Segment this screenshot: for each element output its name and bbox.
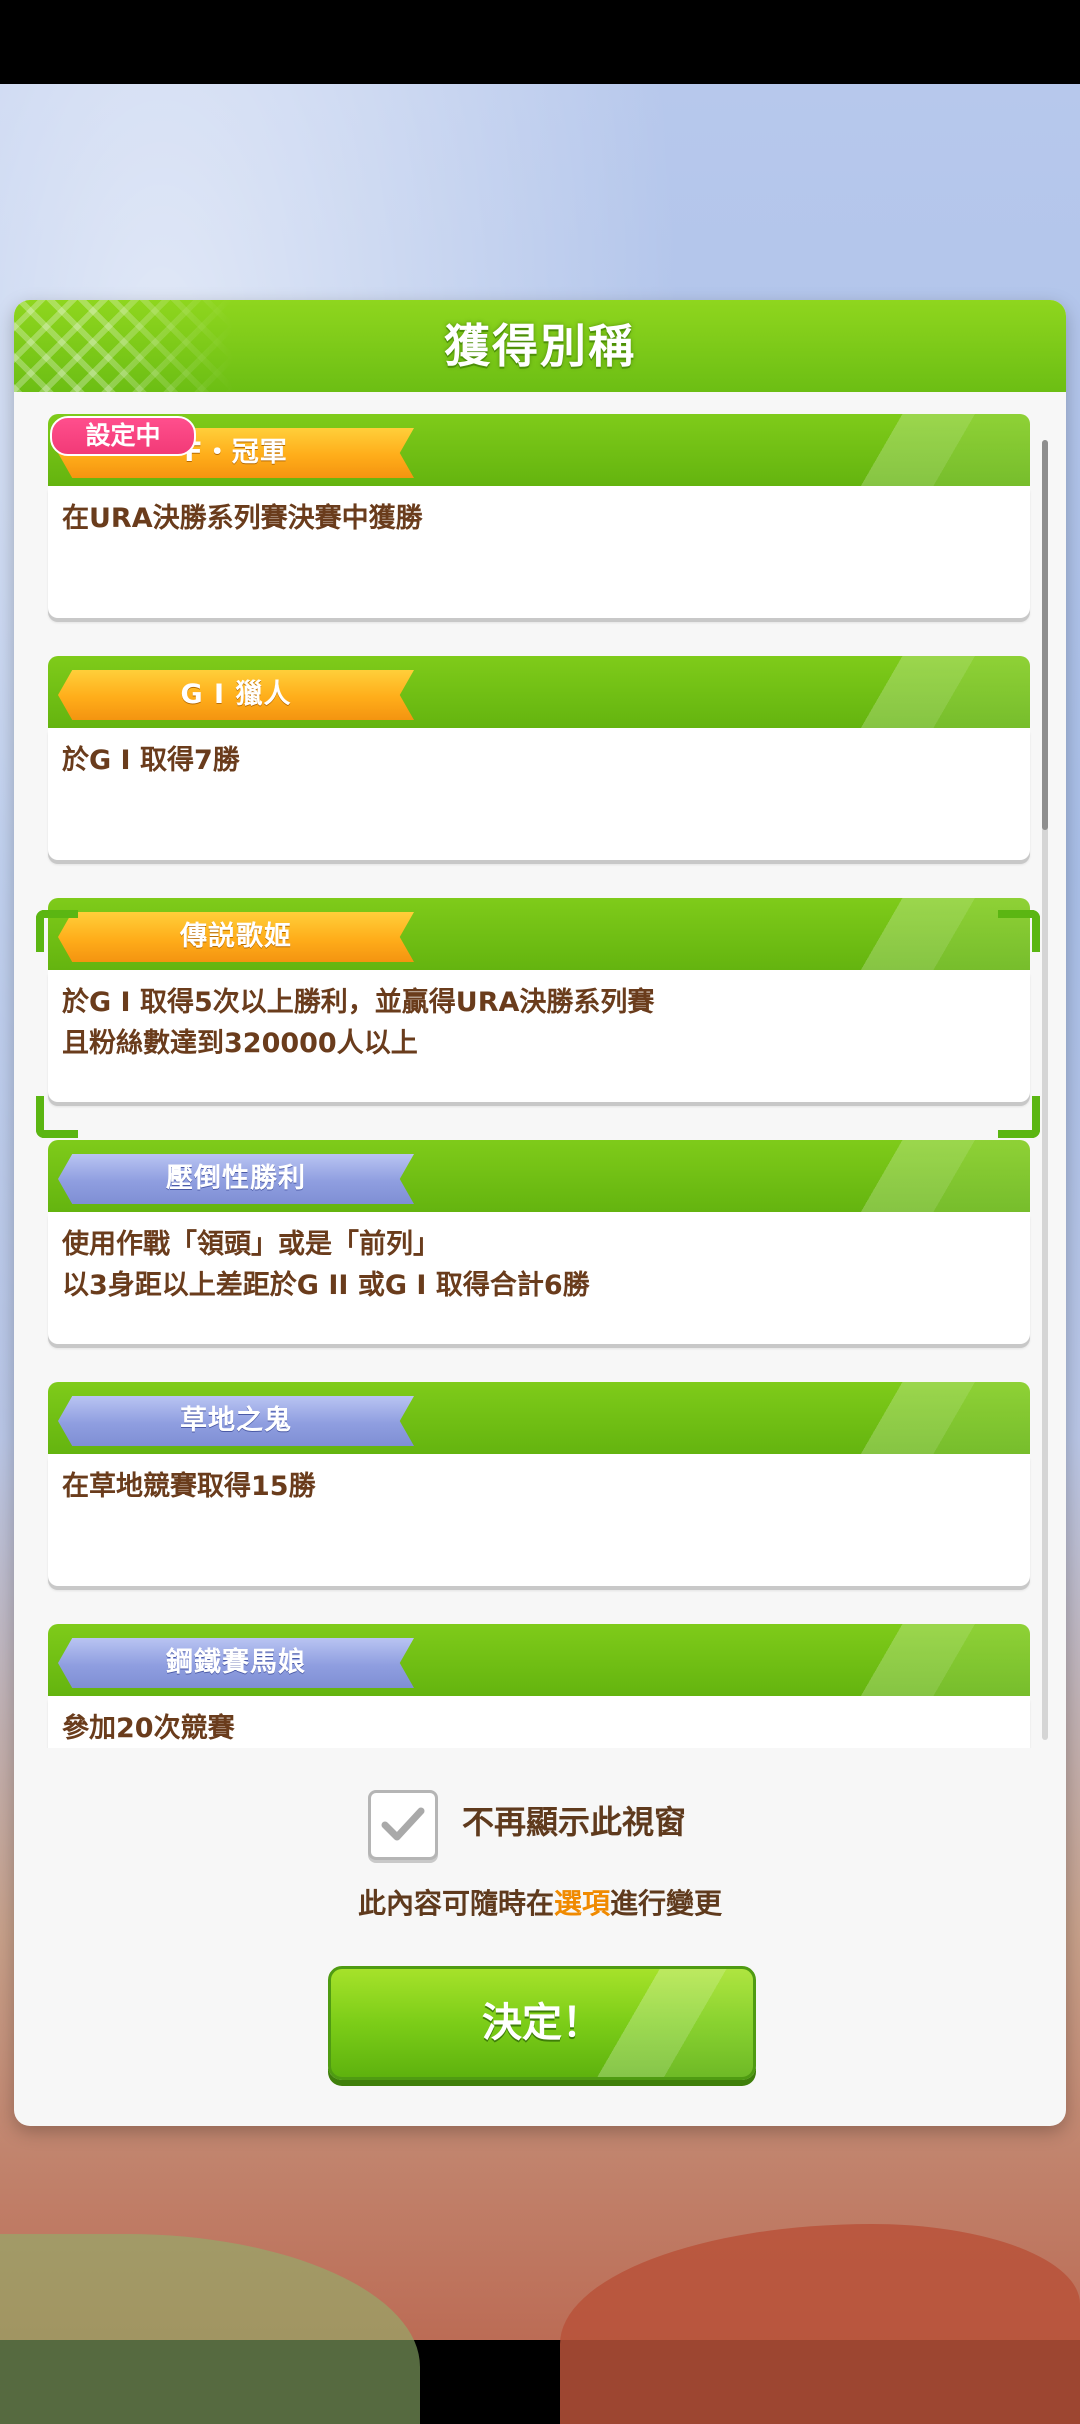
status-bar bbox=[0, 0, 1080, 84]
title-description: 使用作戰「領頭」或是「前列」 以3身距以上差距於G II 或G I 取得合計6勝 bbox=[62, 1229, 590, 1301]
title-card-iron-uma[interactable]: 鋼鐵賽馬娘 參加20次競賽 bbox=[48, 1624, 1030, 1748]
titles-dialog: 獲得別稱 F・冠軍 在URA決勝系列賽決賽中獲勝 G I 獵人 於G I 取得7… bbox=[14, 300, 1066, 2126]
title-card-header: G I 獵人 bbox=[48, 656, 1030, 728]
background-grass bbox=[0, 2234, 420, 2424]
options-link[interactable]: 選項 bbox=[554, 1887, 610, 1920]
title-ribbon: G I 獵人 bbox=[58, 670, 414, 720]
title-ribbon: 鋼鐵賽馬娘 bbox=[58, 1638, 414, 1688]
dont-show-checkbox[interactable] bbox=[368, 1790, 438, 1860]
title-card-header: 傳説歌姬 bbox=[48, 898, 1030, 970]
title-card-body: 在草地競賽取得15勝 bbox=[48, 1454, 1030, 1586]
selection-corner-icon bbox=[36, 910, 78, 952]
background-character bbox=[560, 2224, 1080, 2424]
titles-list[interactable]: F・冠軍 在URA決勝系列賽決賽中獲勝 G I 獵人 於G I 取得7勝 傳説歌… bbox=[14, 392, 1066, 1748]
selection-corner-icon bbox=[998, 910, 1040, 952]
title-card-legend-diva[interactable]: 傳説歌姬 於G I 取得5次以上勝利，並贏得URA決勝系列賽 且粉絲數達到320… bbox=[48, 898, 1030, 1108]
title-card-body: 在URA決勝系列賽決賽中獲勝 bbox=[48, 486, 1030, 618]
scrollbar-thumb[interactable] bbox=[1042, 440, 1048, 830]
title-ribbon: 傳説歌姬 bbox=[58, 912, 414, 962]
title-description: 於G I 取得5次以上勝利，並贏得URA決勝系列賽 且粉絲數達到320000人以… bbox=[62, 987, 655, 1059]
title-card-header: F・冠軍 bbox=[48, 414, 1030, 486]
title-card-body: 於G I 取得5次以上勝利，並贏得URA決勝系列賽 且粉絲數達到320000人以… bbox=[48, 970, 1030, 1102]
dont-show-label[interactable]: 不再顯示此視窗 bbox=[462, 1797, 686, 1843]
title-card-f-champion[interactable]: F・冠軍 在URA決勝系列賽決賽中獲勝 bbox=[48, 414, 1030, 624]
note-text: 此內容可隨時在 bbox=[357, 1887, 554, 1920]
title-card-header: 草地之鬼 bbox=[48, 1382, 1030, 1454]
currently-set-badge: 設定中 bbox=[50, 416, 196, 456]
settings-note: 此內容可隨時在選項進行變更 bbox=[14, 1882, 1066, 1922]
title-ribbon: 壓倒性勝利 bbox=[58, 1154, 414, 1204]
dialog-title: 獲得別稱 bbox=[444, 319, 636, 373]
selection-corner-icon bbox=[998, 1096, 1040, 1138]
note-text: 進行變更 bbox=[610, 1887, 723, 1920]
checkmark-icon bbox=[381, 1807, 425, 1841]
title-description: 在URA決勝系列賽決賽中獲勝 bbox=[62, 503, 423, 534]
title-ribbon: 草地之鬼 bbox=[58, 1396, 414, 1446]
selection-corner-icon bbox=[36, 1096, 78, 1138]
title-description: 於G I 取得7勝 bbox=[62, 745, 240, 776]
title-description: 參加20次競賽 bbox=[62, 1713, 235, 1744]
title-card-turf-demon[interactable]: 草地之鬼 在草地競賽取得15勝 bbox=[48, 1382, 1030, 1592]
dialog-header: 獲得別稱 bbox=[14, 300, 1066, 392]
confirm-button-label: 決定！ bbox=[482, 2000, 602, 2046]
title-card-body: 參加20次競賽 bbox=[48, 1696, 1030, 1748]
title-description: 在草地競賽取得15勝 bbox=[62, 1471, 316, 1502]
title-card-header: 鋼鐵賽馬娘 bbox=[48, 1624, 1030, 1696]
title-card-body: 於G I 取得7勝 bbox=[48, 728, 1030, 860]
title-card-overwhelming-victory[interactable]: 壓倒性勝利 使用作戰「領頭」或是「前列」 以3身距以上差距於G II 或G I … bbox=[48, 1140, 1030, 1350]
confirm-button[interactable]: 決定！ bbox=[328, 1966, 756, 2080]
title-card-header: 壓倒性勝利 bbox=[48, 1140, 1030, 1212]
title-card-g1-hunter[interactable]: G I 獵人 於G I 取得7勝 bbox=[48, 656, 1030, 866]
title-card-body: 使用作戰「領頭」或是「前列」 以3身距以上差距於G II 或G I 取得合計6勝 bbox=[48, 1212, 1030, 1344]
